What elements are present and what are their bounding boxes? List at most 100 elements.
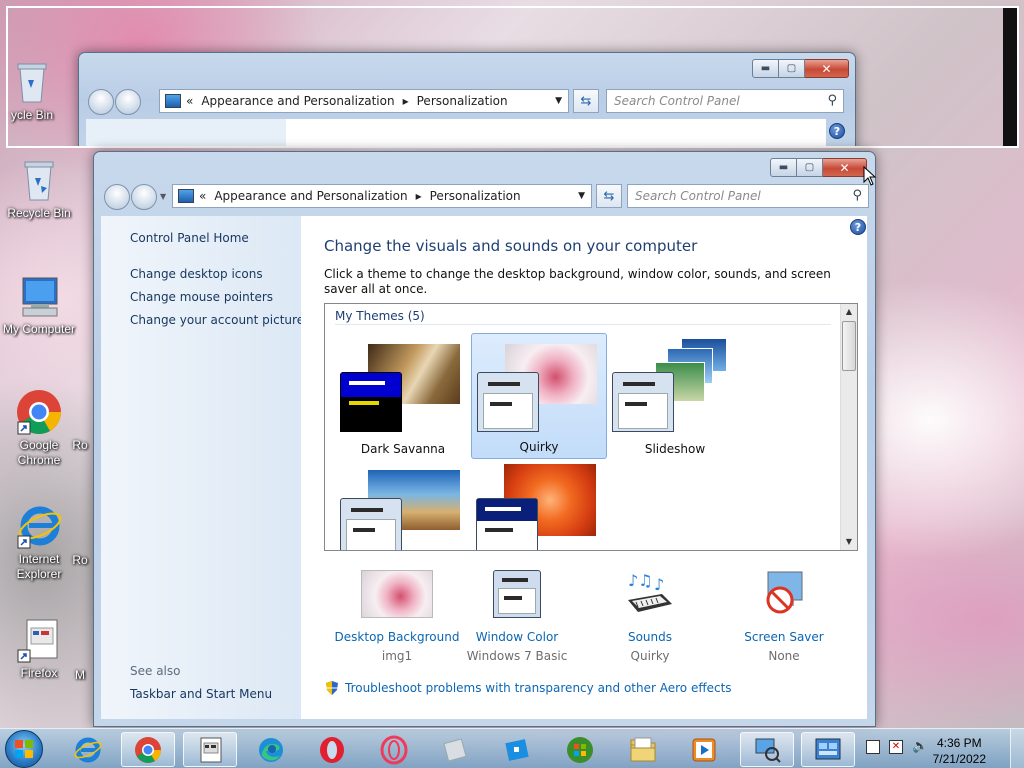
network-error-icon[interactable]: ✕	[889, 740, 903, 754]
breadcrumb-chevron[interactable]: «	[199, 189, 206, 203]
desktop-icon-my-computer[interactable]: My Computer	[0, 272, 81, 337]
themes-group-label: My Themes (5)	[335, 309, 425, 323]
taskbar-control-panel[interactable]	[801, 732, 855, 767]
taskbar-opera-gx[interactable]	[367, 732, 421, 767]
desktop-background-label[interactable]: Desktop Background	[330, 630, 464, 644]
show-desktop-button[interactable]	[1010, 729, 1024, 768]
control-panel-home-link[interactable]: Control Panel Home	[130, 231, 249, 245]
search-icon: ⚲	[827, 93, 837, 108]
taskbar-roblox-studio[interactable]	[428, 732, 482, 767]
theme-quirky[interactable]: Quirky	[471, 333, 607, 459]
start-button[interactable]	[5, 730, 43, 768]
scroll-down-icon[interactable]: ▼	[841, 534, 857, 550]
clock[interactable]: 4:36 PM 7/21/2022	[933, 735, 986, 767]
sounds-value: Quirky	[630, 649, 670, 663]
taskbar-windows-update[interactable]	[553, 732, 607, 767]
screen-saver-label[interactable]: Screen Saver	[717, 630, 851, 644]
search-placeholder: Search Control Panel	[635, 189, 761, 203]
desktop-icon-recycle-bin[interactable]: Recycle Bin	[0, 156, 81, 221]
action-center-icon[interactable]	[866, 740, 880, 754]
computer-icon	[15, 272, 63, 320]
theme-dark-savanna[interactable]: Dark Savanna	[335, 334, 471, 460]
taskbar: ✕ 🔈 4:36 PM 7/21/2022	[0, 728, 1024, 768]
control-panel-icon	[815, 738, 841, 759]
theme-fifth-partial[interactable]	[471, 464, 607, 550]
change-desktop-icons-link[interactable]: Change desktop icons	[130, 267, 263, 281]
screen-saver-icon	[758, 570, 810, 618]
recent-pages-icon[interactable]: ▼	[160, 192, 166, 201]
back-window-sidebar	[86, 119, 286, 146]
scroll-thumb[interactable]	[842, 321, 856, 371]
network-search-icon	[755, 738, 781, 763]
help-button[interactable]: ?	[850, 219, 866, 235]
control-panel-icon	[178, 189, 194, 203]
troubleshoot-link[interactable]: Troubleshoot problems with transparency …	[345, 681, 732, 695]
refresh-button[interactable]: ⇆	[596, 184, 622, 208]
minimize-icon: ▬	[752, 59, 779, 78]
sidebar: Control Panel Home Change desktop icons …	[101, 216, 304, 719]
address-bar[interactable]: « Appearance and Personalization ▸ Perso…	[172, 184, 592, 208]
gallery-scrollbar[interactable]: ▲ ▼	[840, 304, 857, 550]
chrome-icon	[135, 736, 162, 763]
taskbar-app-window[interactable]	[183, 732, 237, 767]
search-input[interactable]: Search Control Panel ⚲	[627, 184, 869, 208]
internet-explorer-icon	[15, 502, 63, 550]
back-window-address-bar: « Appearance and Personalization ▸ Perso…	[159, 89, 569, 113]
address-dropdown-icon[interactable]: ▼	[578, 191, 585, 201]
desktop-icon-label: My Computer	[2, 322, 76, 336]
breadcrumb-appearance: Appearance and Personalization	[201, 94, 395, 108]
breadcrumb-appearance-and-personalization[interactable]: Appearance and Personalization	[214, 189, 407, 203]
theme-name: Dark Savanna	[360, 442, 446, 456]
breadcrumb-personalization[interactable]: Personalization	[430, 189, 521, 203]
taskbar-network-tool[interactable]	[740, 732, 794, 767]
taskbar-edge[interactable]	[244, 732, 298, 767]
personalization-window: ▬ ▢ ✕ ▼ « Appearance and Personalization…	[93, 151, 877, 727]
change-mouse-pointers-link[interactable]: Change mouse pointers	[130, 290, 273, 304]
screen-saver-value: None	[768, 649, 800, 663]
theme-slideshow[interactable]: Slideshow	[607, 334, 743, 460]
breadcrumb-separator[interactable]: ▸	[416, 189, 422, 203]
window-color-item[interactable]: Window Color Windows 7 Basic	[450, 570, 584, 663]
volume-icon[interactable]: 🔈	[912, 740, 928, 754]
taskbar-roblox[interactable]	[490, 732, 544, 767]
scroll-up-icon[interactable]: ▲	[841, 304, 857, 320]
desktop-icon-label: Firefox	[20, 666, 58, 680]
sounds-label[interactable]: Sounds	[583, 630, 717, 644]
windows-logo-icon	[15, 740, 33, 758]
theme-fourth-partial[interactable]	[335, 464, 471, 550]
theme-window-preview	[612, 372, 674, 432]
window-color-label[interactable]: Window Color	[450, 630, 584, 644]
troubleshoot-row[interactable]: Troubleshoot problems with transparency …	[324, 680, 732, 696]
theme-window-preview	[340, 498, 402, 550]
sounds-item[interactable]: ♪♫ ♪ Sounds Quirky	[583, 570, 717, 663]
background-window-snapshot: ▬ ▢ ✕ « Appearance and Personalization ▸…	[6, 6, 1019, 148]
recycle-bin-icon	[15, 156, 63, 204]
back-button[interactable]	[104, 184, 130, 210]
desktop-background-item[interactable]: Desktop Background img1	[330, 570, 464, 663]
taskbar-media-player[interactable]	[677, 732, 731, 767]
close-button[interactable]: ✕	[823, 158, 867, 177]
taskbar-internet-explorer[interactable]	[61, 732, 115, 767]
taskbar-start-menu-link[interactable]: Taskbar and Start Menu	[130, 687, 272, 701]
screen-saver-item[interactable]: Screen Saver None	[717, 570, 851, 663]
dropdown-arrow-icon: ▼	[555, 96, 562, 106]
maximize-button[interactable]: ▢	[797, 158, 823, 177]
desktop-background-thumbnail	[361, 570, 433, 618]
forward-button[interactable]	[131, 184, 157, 210]
help-icon: ?	[829, 123, 845, 139]
desktop-icon-internet-explorer[interactable]: Internet Explorer	[0, 502, 81, 582]
minimize-button[interactable]: ▬	[770, 158, 797, 177]
taskbar-opera[interactable]	[305, 732, 359, 767]
clock-time: 4:36 PM	[936, 736, 982, 750]
theme-name: Slideshow	[644, 442, 706, 456]
taskbar-file-explorer[interactable]	[616, 732, 670, 767]
back-window-content	[286, 119, 826, 146]
back-window-caption-buttons: ▬ ▢ ✕	[752, 59, 849, 78]
opera-gx-icon	[380, 735, 408, 764]
change-account-picture-link[interactable]: Change your account picture	[130, 313, 304, 327]
window-color-value: Windows 7 Basic	[466, 649, 568, 663]
themes-group-header: My Themes (5)	[335, 309, 831, 325]
taskbar-chrome[interactable]	[121, 732, 175, 767]
desktop-icon-google-chrome[interactable]: Google Chrome	[0, 388, 81, 468]
theme-gallery[interactable]: My Themes (5) Dark Savanna Quirky Slides…	[324, 303, 858, 551]
